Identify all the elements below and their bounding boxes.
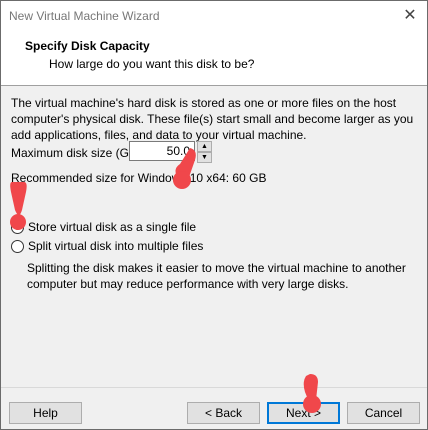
radio-single-file[interactable]: Store virtual disk as a single file [11,220,196,234]
pointer-marker-icon [303,374,321,413]
footer-divider [1,387,427,388]
window-title: New Virtual Machine Wizard [9,9,160,23]
split-description: Splitting the disk makes it easier to mo… [27,261,406,291]
title-bar: New Virtual Machine Wizard ✕ [1,1,427,31]
page-title: Specify Disk Capacity [25,39,150,53]
disk-size-label: Maximum disk size (GB): [11,146,145,160]
radio-split-indicator[interactable] [11,239,24,253]
recommended-size: Recommended size for Windows 10 x64: 60 … [11,171,267,185]
radio-split-files[interactable]: Split virtual disk into multiple files [11,239,203,253]
wizard-window: New Virtual Machine Wizard ✕ Specify Dis… [0,0,428,430]
page-subtitle: How large do you want this disk to be? [49,57,255,71]
pointer-marker-icon [173,148,196,189]
back-button[interactable]: < Back [187,402,260,424]
close-icon[interactable]: ✕ [399,5,421,27]
wizard-header: Specify Disk Capacity How large do you w… [1,31,427,86]
disk-description: The virtual machine's hard disk is store… [11,96,414,142]
radio-single-label[interactable]: Store virtual disk as a single file [28,220,196,234]
radio-split-label[interactable]: Split virtual disk into multiple files [28,239,203,253]
cancel-button[interactable]: Cancel [347,402,420,424]
pointer-marker-icon [10,182,27,230]
help-button[interactable]: Help [9,402,82,424]
